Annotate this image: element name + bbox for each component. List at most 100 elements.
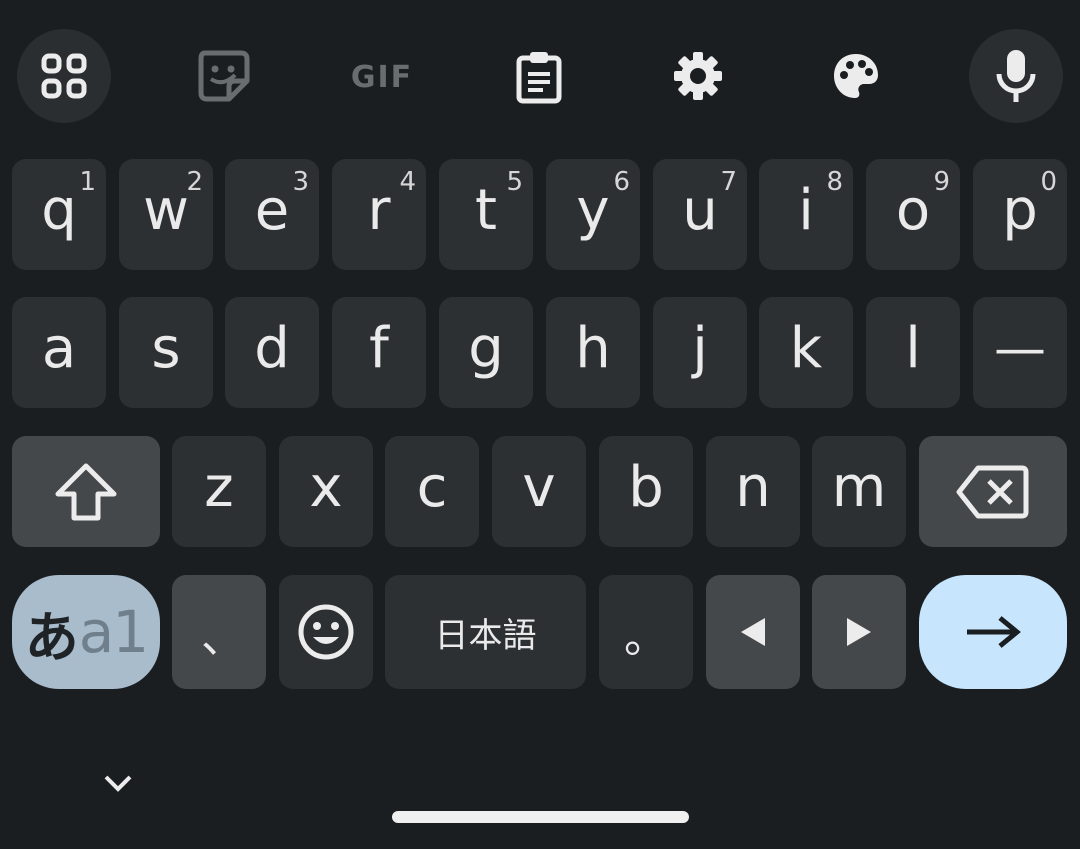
key-q[interactable]: q1 bbox=[12, 159, 106, 270]
hiragana-mode-label: あ bbox=[24, 605, 79, 669]
key-j-label: j bbox=[692, 315, 708, 381]
caret-right-icon bbox=[847, 618, 871, 646]
shift-arrow-icon bbox=[55, 463, 117, 520]
key-c[interactable]: c bbox=[385, 436, 479, 547]
gesture-navigation-bar[interactable] bbox=[392, 811, 689, 823]
key-p-label: p bbox=[1002, 177, 1038, 243]
key-x[interactable]: x bbox=[279, 436, 373, 547]
collapse-keyboard-button[interactable] bbox=[98, 766, 138, 800]
period-key[interactable]: 。 bbox=[599, 575, 693, 689]
apps-grid-button[interactable] bbox=[17, 29, 111, 123]
key-g[interactable]: g bbox=[439, 297, 533, 408]
emoji-smiley-icon bbox=[298, 604, 354, 660]
key-y-label: y bbox=[576, 177, 610, 243]
key-l[interactable]: l bbox=[866, 297, 960, 408]
clipboard-button[interactable] bbox=[508, 46, 570, 108]
key-d[interactable]: d bbox=[225, 297, 319, 408]
microphone-icon bbox=[996, 50, 1036, 102]
key-t-hint: 5 bbox=[506, 167, 523, 197]
comma-key-label: 、 bbox=[201, 612, 245, 663]
key-h[interactable]: h bbox=[546, 297, 640, 408]
key-i[interactable]: i8 bbox=[759, 159, 853, 270]
key-f[interactable]: f bbox=[332, 297, 426, 408]
key-r-label: r bbox=[367, 177, 391, 243]
key-n-label: n bbox=[735, 454, 771, 520]
enter-key[interactable] bbox=[919, 575, 1067, 689]
key-e[interactable]: e3 bbox=[225, 159, 319, 270]
sticker-icon bbox=[198, 50, 250, 102]
chevron-down-icon bbox=[104, 775, 132, 792]
key-b-label: b bbox=[628, 454, 664, 520]
key-w[interactable]: w2 bbox=[119, 159, 213, 270]
key-c-label: c bbox=[416, 454, 448, 520]
gif-icon: GIF bbox=[350, 59, 414, 95]
key-long-dash-label: — bbox=[994, 318, 1046, 379]
key-w-label: w bbox=[143, 177, 189, 243]
key-z[interactable]: z bbox=[172, 436, 266, 547]
key-e-label: e bbox=[254, 177, 290, 243]
cursor-left-key[interactable] bbox=[706, 575, 800, 689]
input-mode-toggle-key[interactable]: あ a1 bbox=[12, 575, 160, 689]
key-w-hint: 2 bbox=[186, 167, 203, 197]
key-u-hint: 7 bbox=[720, 167, 737, 197]
key-k[interactable]: k bbox=[759, 297, 853, 408]
key-s[interactable]: s bbox=[119, 297, 213, 408]
theme-palette-icon bbox=[834, 54, 878, 98]
key-q-label: q bbox=[41, 177, 77, 243]
key-n[interactable]: n bbox=[706, 436, 800, 547]
key-v-label: v bbox=[522, 454, 556, 520]
key-o[interactable]: o9 bbox=[866, 159, 960, 270]
shift-key[interactable] bbox=[12, 436, 160, 547]
key-f-label: f bbox=[369, 315, 389, 381]
key-k-label: k bbox=[789, 315, 823, 381]
key-r[interactable]: r4 bbox=[332, 159, 426, 270]
key-o-label: o bbox=[895, 177, 931, 243]
caret-left-icon bbox=[741, 618, 765, 646]
key-long-dash[interactable]: — bbox=[973, 297, 1067, 408]
clipboard-icon bbox=[516, 52, 562, 104]
cursor-right-key[interactable] bbox=[812, 575, 906, 689]
arrow-right-icon bbox=[967, 616, 1021, 648]
key-x-label: x bbox=[309, 454, 343, 520]
backspace-key[interactable] bbox=[919, 436, 1067, 547]
key-z-label: z bbox=[204, 454, 234, 520]
key-i-label: i bbox=[798, 177, 814, 243]
key-u[interactable]: u7 bbox=[653, 159, 747, 270]
key-o-hint: 9 bbox=[933, 167, 950, 197]
key-m-label: m bbox=[831, 454, 887, 520]
key-y[interactable]: y6 bbox=[546, 159, 640, 270]
key-t[interactable]: t5 bbox=[439, 159, 533, 270]
settings-button[interactable] bbox=[668, 46, 728, 106]
emoji-key[interactable] bbox=[279, 575, 373, 689]
theme-button[interactable] bbox=[826, 46, 886, 106]
latin-mode-label: a1 bbox=[78, 598, 149, 666]
key-l-label: l bbox=[905, 315, 921, 381]
key-v[interactable]: v bbox=[492, 436, 586, 547]
key-g-label: g bbox=[468, 315, 504, 381]
key-t-label: t bbox=[475, 177, 497, 243]
space-key-label: 日本語 bbox=[434, 615, 537, 656]
key-i-hint: 8 bbox=[826, 167, 843, 197]
space-key[interactable]: 日本語 bbox=[385, 575, 586, 689]
settings-gear-icon bbox=[674, 52, 722, 100]
key-a-label: a bbox=[41, 315, 77, 381]
key-q-hint: 1 bbox=[79, 167, 96, 197]
key-e-hint: 3 bbox=[292, 167, 309, 197]
voice-input-button[interactable] bbox=[969, 29, 1063, 123]
key-m[interactable]: m bbox=[812, 436, 906, 547]
key-p-hint: 0 bbox=[1040, 167, 1057, 197]
comma-key[interactable]: 、 bbox=[172, 575, 266, 689]
period-key-label: 。 bbox=[624, 612, 668, 663]
gif-button[interactable]: GIF bbox=[340, 50, 424, 104]
key-b[interactable]: b bbox=[599, 436, 693, 547]
key-y-hint: 6 bbox=[613, 167, 630, 197]
key-p[interactable]: p0 bbox=[973, 159, 1067, 270]
key-j[interactable]: j bbox=[653, 297, 747, 408]
key-a[interactable]: a bbox=[12, 297, 106, 408]
key-u-label: u bbox=[682, 177, 718, 243]
key-r-hint: 4 bbox=[399, 167, 416, 197]
key-h-label: h bbox=[575, 315, 611, 381]
sticker-button[interactable] bbox=[185, 41, 263, 111]
key-d-label: d bbox=[254, 315, 290, 381]
apps-grid-icon bbox=[41, 53, 87, 99]
